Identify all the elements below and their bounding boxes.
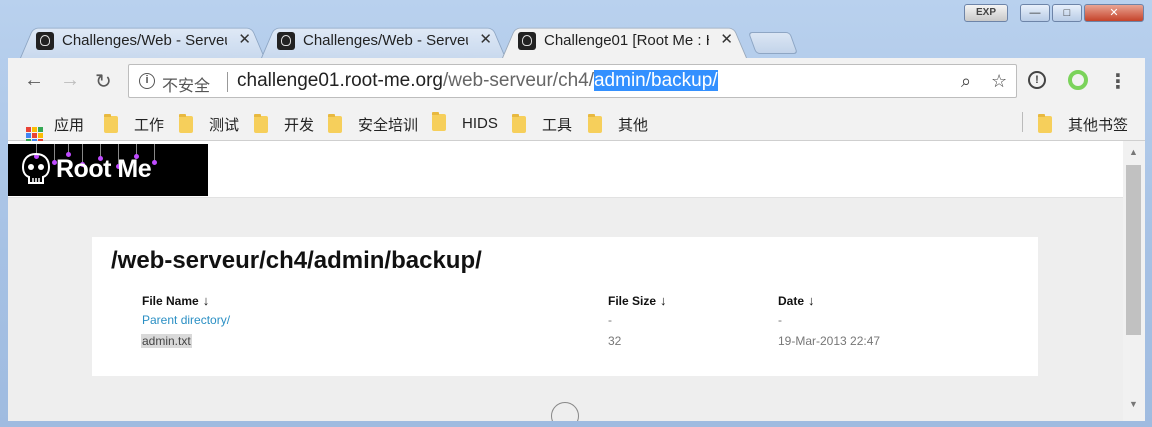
page-title: /web-serveur/ch4/admin/backup/ (111, 247, 482, 274)
bookmark-folder-hids[interactable]: HIDS (432, 112, 498, 132)
sort-arrow-icon: ↓ (202, 293, 210, 308)
column-header-date[interactable]: Date ↓ (778, 293, 815, 308)
file-size: - (608, 313, 612, 327)
folder-icon (588, 114, 602, 133)
url-host: challenge01.root-me.org (237, 70, 443, 91)
reload-icon[interactable]: ↻ (95, 69, 112, 94)
bookmark-label: 测试 (209, 117, 240, 134)
folder-icon (1038, 114, 1052, 133)
bookmark-folder-other[interactable]: 其他 (588, 114, 648, 135)
tab-close-icon[interactable]: ✕ (238, 30, 251, 48)
folder-icon (432, 112, 446, 131)
logo-text: Root Me (56, 155, 152, 183)
bookmark-folder-tools[interactable]: 工具 (512, 114, 572, 135)
address-bar[interactable]: i 不安全 challenge01.root-me.org/web-serveu… (128, 64, 1017, 98)
sort-arrow-icon: ↓ (808, 293, 815, 308)
file-link-admin-txt[interactable]: admin.txt (141, 334, 192, 348)
bookmark-label: 应用 (54, 117, 85, 134)
security-status-label[interactable]: 不安全 (162, 72, 210, 96)
rootme-favicon-icon (277, 32, 295, 50)
bookmark-apps[interactable]: 应用 (26, 114, 84, 144)
url-path: /web-serveur/ch4/ (442, 70, 594, 91)
bookmark-folder-dev[interactable]: 开发 (254, 114, 314, 135)
bookmark-other-bookmarks[interactable]: 其他书签 (1038, 114, 1128, 135)
scroll-down-icon[interactable]: ▼ (1129, 399, 1138, 409)
file-size: 32 (608, 334, 622, 348)
bookmark-star-icon[interactable]: ☆ (991, 71, 1007, 92)
column-header-file-size[interactable]: File Size ↓ (608, 293, 667, 308)
divider (227, 72, 228, 92)
browser-toolbar: ← → ↻ i 不安全 challenge01.root-me.org/web-… (8, 58, 1145, 104)
zoom-icon[interactable]: ⌕ (961, 71, 971, 92)
bookmark-label: 安全培训 (358, 117, 419, 134)
forward-arrow-icon[interactable]: → (60, 69, 80, 92)
back-arrow-icon[interactable]: ← (24, 69, 44, 92)
rootme-favicon-icon (518, 32, 536, 50)
bookmark-label: 其他书签 (1068, 117, 1129, 134)
bookmark-label: HIDS (462, 115, 498, 132)
folder-icon (328, 114, 342, 133)
close-window-button[interactable]: ✕ (1084, 4, 1144, 22)
tab-close-icon[interactable]: ✕ (479, 30, 492, 48)
divider (1022, 112, 1023, 132)
bookmark-label: 工作 (134, 117, 165, 134)
tab-challenge01[interactable]: Challenge01 [Root Me : Hacking and Infor… (502, 24, 747, 58)
bookmark-folder-work[interactable]: 工作 (104, 114, 164, 135)
bookmarks-bar: 应用 工作 测试 开发 安全培训 HIDS 工具 其他 其他书签 (8, 104, 1145, 144)
sort-arrow-icon: ↓ (660, 293, 667, 308)
extension-ring-icon[interactable] (1068, 70, 1088, 90)
maximize-button[interactable]: □ (1052, 4, 1082, 22)
file-date: - (778, 313, 782, 327)
new-tab-button[interactable] (747, 32, 799, 54)
column-label: File Name (142, 294, 199, 308)
column-label: File Size (608, 294, 657, 308)
file-link-parent-directory[interactable]: Parent directory/ (142, 313, 230, 327)
tab-challenges-web-1[interactable]: Challenges/Web - Serveur ✕ (20, 24, 265, 58)
rootme-logo[interactable]: Root Me (8, 144, 208, 196)
url-selection: admin/backup/ (593, 70, 718, 91)
tab-close-icon[interactable]: ✕ (720, 30, 733, 48)
tab-title: Challenges/Web - Serveur (62, 32, 227, 49)
tab-title: Challenge01 [Root Me : Hacking and Infor… (544, 32, 709, 49)
bookmark-label: 其他 (618, 117, 649, 134)
bookmark-label: 工具 (542, 117, 573, 134)
vertical-scrollbar[interactable]: ▲ ▼ (1123, 141, 1145, 421)
bookmark-folder-test[interactable]: 测试 (179, 114, 239, 135)
exp-button[interactable]: EXP (964, 4, 1008, 22)
file-date: 19-Mar-2013 22:47 (778, 334, 881, 348)
footer-rootme-icon (551, 402, 579, 421)
bookmark-folder-security-training[interactable]: 安全培训 (328, 114, 418, 135)
page-viewport: Root Me /web-serveur/ch4/admin/backup/ F… (8, 141, 1145, 421)
url-text[interactable]: challenge01.root-me.org/web-serveur/ch4/… (237, 70, 718, 92)
directory-listing-panel: /web-serveur/ch4/admin/backup/ File Name… (92, 237, 1038, 376)
menu-icon[interactable]: ⋮ (1108, 69, 1128, 94)
bookmark-label: 开发 (284, 117, 315, 134)
info-icon[interactable]: i (139, 73, 155, 89)
minimize-button[interactable]: — (1020, 4, 1050, 22)
column-label: Date (778, 294, 805, 308)
tab-challenges-web-2[interactable]: Challenges/Web - Serveur ✕ (261, 24, 506, 58)
site-header: Root Me (8, 141, 1123, 198)
scroll-up-icon[interactable]: ▲ (1129, 147, 1138, 157)
tab-title: Challenges/Web - Serveur (303, 32, 468, 49)
folder-icon (254, 114, 268, 133)
browser-window: EXP — □ ✕ Challenges/Web - Serveur ✕ Cha… (0, 0, 1152, 427)
folder-icon (104, 114, 118, 133)
folder-icon (179, 114, 193, 133)
scroll-thumb[interactable] (1126, 165, 1141, 335)
rootme-favicon-icon (36, 32, 54, 50)
skull-icon (21, 152, 51, 184)
folder-icon (512, 114, 526, 133)
extension-alert-icon[interactable]: ! (1028, 71, 1046, 89)
column-header-file-name[interactable]: File Name ↓ (142, 293, 209, 308)
